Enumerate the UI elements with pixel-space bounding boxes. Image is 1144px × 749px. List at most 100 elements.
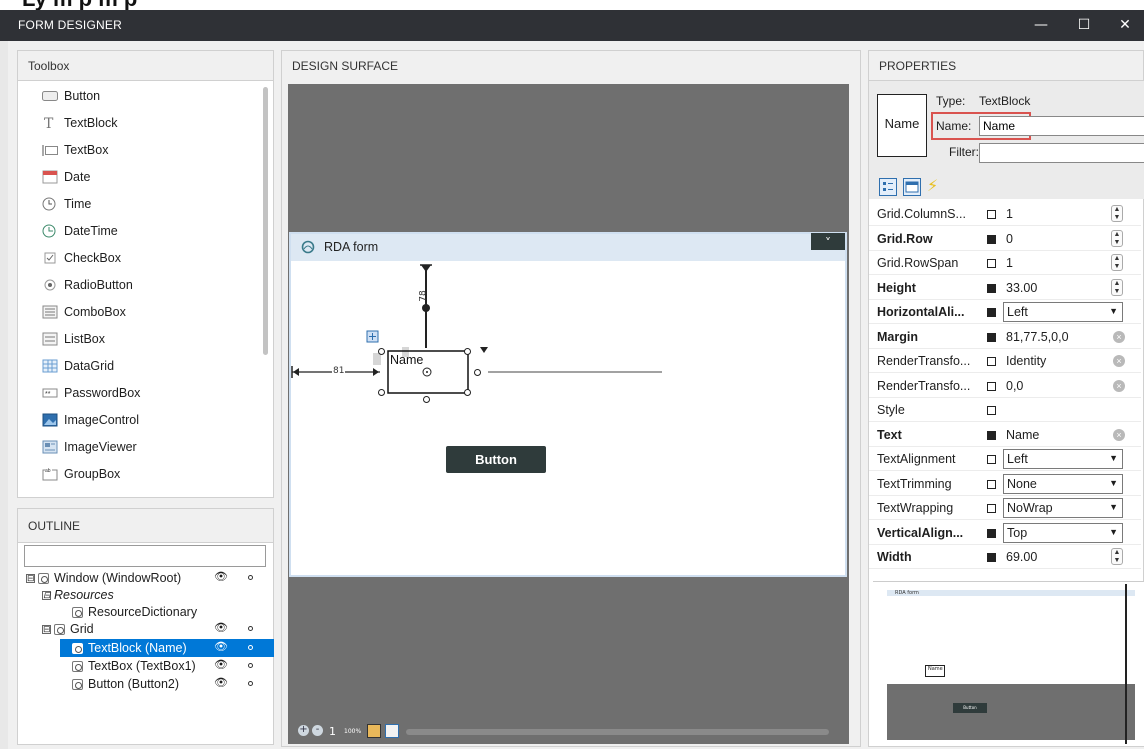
property-marker-icon[interactable] <box>987 553 996 562</box>
property-row[interactable]: Grid.ColumnS... 1 ▲ ▼ <box>869 202 1141 226</box>
property-value[interactable]: 0,0 <box>1006 379 1023 393</box>
resize-handle[interactable] <box>378 348 385 355</box>
outline-node-textbox[interactable]: TextBox (TextBox1) <box>72 658 196 674</box>
toolbox-item-imagecontrol[interactable]: ImageControl <box>18 407 268 434</box>
close-button[interactable]: ✕ <box>1105 10 1144 41</box>
property-dropdown[interactable]: NoWrap ▼ <box>1003 498 1123 518</box>
expand-toggle[interactable]: ⊟ <box>42 625 51 635</box>
maximize-button[interactable]: ☐ <box>1064 10 1104 41</box>
visibility-eye-icon[interactable]: 👁 <box>214 640 228 653</box>
property-marker-icon[interactable] <box>987 234 996 244</box>
property-marker-icon[interactable] <box>987 455 996 464</box>
outline-node-grid[interactable]: ⊟ Grid <box>42 621 94 637</box>
outline-node-resourcedictionary[interactable]: ResourceDictionary <box>72 604 197 620</box>
grid-toggle-icon[interactable] <box>367 724 381 738</box>
zoom-percent[interactable]: 100% <box>344 728 361 735</box>
property-marker-icon[interactable] <box>987 479 996 489</box>
property-value[interactable]: 33.00 <box>1006 281 1037 295</box>
toolbox-item-date[interactable]: Date <box>18 164 268 191</box>
zoom-in-icon[interactable]: + <box>298 725 309 736</box>
zoom-out-icon[interactable]: - <box>312 725 323 736</box>
toolbox-item-datagrid[interactable]: DataGrid <box>18 353 268 380</box>
minimize-button[interactable]: — <box>1021 10 1061 41</box>
resize-handle[interactable] <box>423 396 430 403</box>
events-lightning-icon[interactable]: ⚡ <box>927 176 938 195</box>
property-value[interactable]: 69.00 <box>1006 550 1037 564</box>
minimap-panel[interactable]: RDA form Name Button <box>873 581 1144 746</box>
property-marker-icon[interactable] <box>987 357 996 366</box>
visibility-eye-icon[interactable]: 👁 <box>214 676 228 689</box>
outline-node-resources[interactable]: ⊟ Resources <box>42 587 114 603</box>
lock-dot-icon[interactable] <box>248 645 253 650</box>
property-row[interactable]: RenderTransfo... 0,0 × <box>869 374 1141 398</box>
property-row[interactable]: TextWrapping NoWrap ▼ <box>869 496 1141 520</box>
property-value[interactable]: Identity <box>1006 354 1046 368</box>
visibility-eye-icon[interactable]: 👁 <box>214 658 228 671</box>
property-row[interactable]: Text Name × <box>869 423 1141 447</box>
property-row[interactable]: Grid.Row 0 ▲ ▼ <box>869 227 1141 251</box>
property-row[interactable]: TextTrimming None ▼ <box>869 472 1141 496</box>
property-marker-icon[interactable] <box>987 528 996 538</box>
expand-toggle[interactable]: ⊟ <box>42 591 51 601</box>
property-value[interactable]: Name <box>1006 428 1039 442</box>
property-dropdown[interactable]: Left ▼ <box>1003 449 1123 469</box>
property-marker-icon[interactable] <box>987 332 996 342</box>
property-marker-icon[interactable] <box>987 504 996 513</box>
categorized-view-icon[interactable] <box>879 178 897 196</box>
expand-toggle[interactable]: ⊟ <box>26 574 35 584</box>
resize-handle[interactable] <box>474 369 481 376</box>
toolbox-item-textbox[interactable]: TextBox <box>18 137 268 164</box>
alphabetical-view-icon[interactable] <box>903 178 921 196</box>
property-value[interactable]: 1 <box>1006 207 1013 221</box>
toolbox-item-passwordbox[interactable]: ** PasswordBox <box>18 380 268 407</box>
clear-icon[interactable]: × <box>1113 379 1125 392</box>
property-dropdown[interactable]: Top ▼ <box>1003 522 1123 543</box>
toolbox-item-imageviewer[interactable]: ImageViewer <box>18 434 268 461</box>
lock-dot-icon[interactable] <box>248 681 253 686</box>
toolbox-item-combobox[interactable]: ComboBox <box>18 299 268 326</box>
clear-icon[interactable]: × <box>1113 330 1125 343</box>
lock-dot-icon[interactable] <box>248 663 253 668</box>
property-marker-icon[interactable] <box>987 430 996 440</box>
property-row[interactable]: Width 69.00 ▲ ▼ <box>869 545 1141 569</box>
toolbox-item-time[interactable]: Time <box>18 191 268 218</box>
toolbox-item-datetime[interactable]: DateTime <box>18 218 268 245</box>
clear-icon[interactable]: × <box>1113 355 1125 367</box>
property-marker-icon[interactable] <box>987 406 996 415</box>
filter-input[interactable] <box>979 143 1144 163</box>
outline-node-button[interactable]: Button (Button2) <box>72 676 179 692</box>
property-value[interactable]: 0 <box>1006 232 1013 246</box>
toolbox-item-radiobutton[interactable]: RadioButton <box>18 272 268 299</box>
textblock-name[interactable]: Name <box>390 353 423 367</box>
property-value[interactable]: 1 <box>1006 256 1013 270</box>
property-row[interactable]: TextAlignment Left ▼ <box>869 447 1141 471</box>
visibility-eye-icon[interactable]: 👁 <box>214 621 228 634</box>
property-row[interactable]: Margin 81,77.5,0,0 × <box>869 325 1141 349</box>
resize-handle[interactable] <box>464 389 471 396</box>
toolbox-item-listbox[interactable]: ListBox <box>18 326 268 353</box>
toolbox-item-checkbox[interactable]: CheckBox <box>18 245 268 272</box>
property-marker-icon[interactable] <box>987 283 996 293</box>
toolbox-item-button[interactable]: Button <box>18 83 268 110</box>
snap-magnet-icon[interactable] <box>385 724 399 738</box>
outline-search-input[interactable] <box>24 545 266 567</box>
outline-node-textblock-name[interactable]: TextBlock (Name) <box>72 640 187 656</box>
design-button[interactable]: Button <box>446 446 546 473</box>
property-marker-icon[interactable] <box>987 210 996 219</box>
visibility-eye-icon[interactable]: 👁 <box>214 570 228 583</box>
spinner-icon[interactable]: ▲ ▼ <box>1111 548 1123 565</box>
lock-dot-icon[interactable] <box>248 575 253 580</box>
spinner-icon[interactable]: ▲ ▼ <box>1111 278 1123 296</box>
property-row[interactable]: Style <box>869 398 1141 422</box>
toolbox-item-groupbox[interactable]: ab GroupBox <box>18 461 268 488</box>
name-input[interactable] <box>979 116 1144 136</box>
property-row[interactable]: RenderTransfo... Identity × <box>869 349 1141 373</box>
toolbox-item-textblock[interactable]: T TextBlock <box>18 110 268 137</box>
outline-node-window[interactable]: ⊟ Window (WindowRoot) <box>26 570 181 586</box>
property-value[interactable]: 81,77.5,0,0 <box>1006 330 1069 344</box>
property-row[interactable]: Grid.RowSpan 1 ▲ ▼ <box>869 251 1141 275</box>
spinner-icon[interactable]: ▲ ▼ <box>1111 254 1123 271</box>
property-dropdown[interactable]: None ▼ <box>1003 473 1123 494</box>
property-row[interactable]: Height 33.00 ▲ ▼ <box>869 276 1141 300</box>
spinner-icon[interactable]: ▲ ▼ <box>1111 229 1123 247</box>
